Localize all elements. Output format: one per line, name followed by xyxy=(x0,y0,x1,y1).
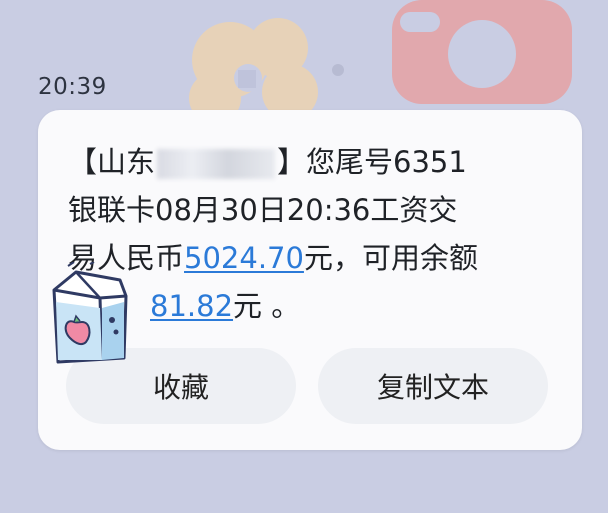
sender-bracket-open: 【山东 xyxy=(68,145,156,179)
sender-bracket-close: 】您尾号6351 xyxy=(277,145,467,179)
message-line-3-suffix: 元，可用余额 xyxy=(303,241,478,275)
message-time: 20:39 xyxy=(38,74,107,100)
amount-link[interactable]: 5024.70 xyxy=(184,241,304,275)
message-line-4-suffix: 元 。 xyxy=(233,289,301,323)
balance-link[interactable]: 81.82 xyxy=(150,289,233,323)
message-line-3: 易人民币5024.70元，可用余额 xyxy=(68,234,568,282)
message-line-2: 银联卡08月30日20:36工资交 xyxy=(68,193,458,227)
message-body[interactable]: 【山东 】您尾号6351 银联卡08月30日20:36工资交 易人民币5024.7… xyxy=(68,138,568,330)
collect-button-label: 收藏 xyxy=(152,371,209,404)
flower-decoration-left xyxy=(189,18,318,124)
message-line-4: 81.82元 。 xyxy=(68,282,568,330)
dot-decoration xyxy=(332,64,344,76)
copy-text-button[interactable]: 复制文本 xyxy=(318,348,548,424)
message-line-1: 【山东 】您尾号6351 xyxy=(68,138,568,186)
milk-carton-sticker-icon xyxy=(52,262,128,364)
copy-text-button-label: 复制文本 xyxy=(376,371,489,404)
flower-decoration-right xyxy=(392,0,572,104)
redacted-bank-name xyxy=(157,149,276,179)
